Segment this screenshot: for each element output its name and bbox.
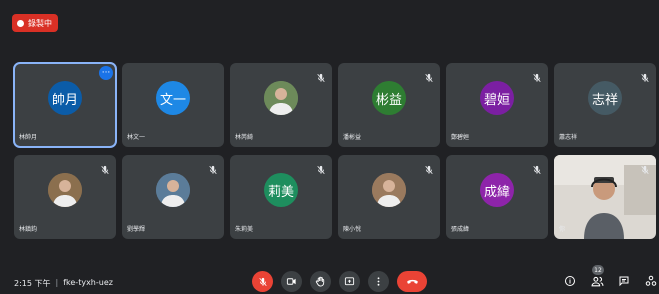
- participant-photo: [48, 173, 82, 208]
- participant-name: 劉學輝: [127, 226, 146, 233]
- meeting-info: 2:15 下午 | fke-tyxh-uez: [14, 278, 113, 289]
- mic-off-icon: [640, 160, 650, 175]
- side-controls: [562, 273, 659, 289]
- participant-name: 林帥月: [19, 134, 38, 141]
- participant-tile[interactable]: 莉美朱莉美: [230, 155, 332, 239]
- mic-off-icon: [532, 160, 542, 175]
- participant-tile[interactable]: 劉學輝: [122, 155, 224, 239]
- mic-off-icon: [316, 160, 326, 175]
- participant-name: 張成緯: [451, 226, 470, 233]
- participant-tile[interactable]: 帥月林帥月 ···: [13, 62, 117, 148]
- more-horiz-icon: ···: [101, 67, 111, 78]
- participant-photo: [264, 81, 298, 116]
- participant-avatar: 志祥: [588, 81, 622, 116]
- participant-tile[interactable]: 成緯張成緯: [446, 155, 548, 239]
- info-icon: [565, 276, 575, 286]
- participant-name: 林芮綺: [235, 134, 254, 141]
- mic-off-icon: [100, 160, 110, 175]
- mic-off-icon: [316, 68, 326, 83]
- call-controls: [252, 271, 427, 292]
- participant-tile[interactable]: 碧姮鄭碧姮: [446, 63, 548, 147]
- participant-tile[interactable]: 文一林文一: [122, 63, 224, 147]
- meeting-time: 2:15 下午: [14, 279, 51, 288]
- more-options-button[interactable]: [368, 271, 389, 292]
- participant-name: 你: [559, 226, 566, 233]
- camera-icon: [286, 278, 296, 285]
- participant-avatar: 彬益: [372, 81, 406, 116]
- mic-off-icon: [424, 68, 434, 83]
- participant-name: 林鎮鈞: [19, 226, 38, 233]
- participant-name: 林文一: [127, 134, 146, 141]
- meeting-code: fke-tyxh-uez: [63, 278, 113, 287]
- recording-label: 錄製中: [28, 18, 52, 28]
- recording-badge: 錄製中: [12, 14, 58, 32]
- meeting-separator: |: [55, 278, 59, 287]
- participant-avatar: 帥月: [48, 81, 82, 116]
- participant-avatar: 文一: [156, 81, 190, 116]
- meeting-details-button[interactable]: [562, 273, 578, 289]
- participant-name: 鄭碧姮: [451, 134, 470, 141]
- activities-icon: [645, 275, 657, 286]
- camera-toggle-button[interactable]: [281, 271, 302, 292]
- participant-name: 潘彬益: [343, 134, 362, 141]
- participant-name: 朱莉美: [235, 226, 254, 233]
- more-vert-icon: [377, 277, 380, 286]
- chat-button[interactable]: [616, 273, 632, 289]
- present-icon: [344, 277, 355, 286]
- leave-call-button[interactable]: [397, 271, 427, 292]
- participant-avatar: 莉美: [264, 173, 298, 208]
- mic-off-icon: [532, 68, 542, 83]
- mic-off-icon: [258, 277, 267, 286]
- participant-name: 陳小悅: [343, 226, 362, 233]
- activities-button[interactable]: [643, 273, 659, 289]
- mic-off-icon: [640, 68, 650, 83]
- participant-tile[interactable]: 林鎮鈞: [14, 155, 116, 239]
- participant-tile[interactable]: 志祥蕭志祥: [554, 63, 656, 147]
- chat-icon: [619, 276, 629, 287]
- participant-name: 蕭志祥: [559, 134, 578, 141]
- hang-up-icon: [406, 279, 418, 284]
- participant-tile[interactable]: 陳小悅: [338, 155, 440, 239]
- raise-hand-button[interactable]: [310, 271, 331, 292]
- participant-tile[interactable]: 彬益潘彬益: [338, 63, 440, 147]
- mic-off-icon: [424, 160, 434, 175]
- participant-photo: [156, 173, 190, 208]
- participant-photo: [372, 173, 406, 208]
- tile-more-options-button[interactable]: ···: [99, 66, 113, 80]
- hand-icon: [315, 276, 325, 287]
- participant-avatar: 碧姮: [480, 81, 514, 116]
- record-dot-icon: [17, 19, 24, 27]
- participant-avatar: 成緯: [480, 173, 514, 208]
- mic-toggle-button[interactable]: [252, 271, 273, 292]
- present-button[interactable]: [339, 271, 360, 292]
- participant-tile[interactable]: 林芮綺: [230, 63, 332, 147]
- participant-tile[interactable]: 你: [554, 155, 656, 239]
- participant-grid: 帥月 林帥月 ··· 文一 林文一 林芮綺 彬益 潘彬益 碧姮 鄭碧姮 志祥 蕭志祥 林鎮鈞 劉學輝 莉美朱…: [13, 62, 656, 241]
- people-icon: [591, 276, 603, 286]
- people-button[interactable]: [589, 273, 605, 289]
- mic-off-icon: [208, 160, 218, 175]
